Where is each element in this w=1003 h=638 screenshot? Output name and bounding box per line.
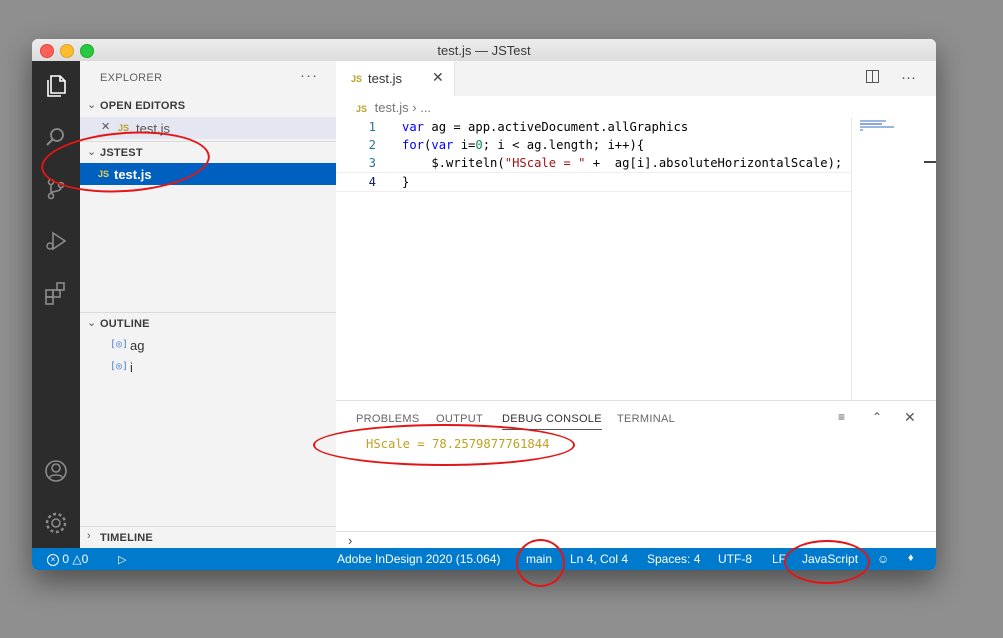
editor-tabs: JS test.js ✕ ··· <box>336 61 936 96</box>
split-editor-icon[interactable] <box>865 70 879 83</box>
close-icon[interactable]: ✕ <box>432 69 444 86</box>
tab-terminal[interactable]: TERMINAL <box>617 413 675 425</box>
outline-section[interactable]: ⌄ OUTLINE <box>80 312 336 335</box>
clear-console-icon[interactable]: ≡ <box>838 410 845 424</box>
notifications-bell-icon[interactable]: ♦ <box>908 552 914 564</box>
timeline-section[interactable]: › TIMELINE <box>80 526 336 549</box>
code-text: $.writeln("HScale = " + ag[i].absoluteHo… <box>402 156 843 170</box>
js-file-icon: JS <box>351 74 363 84</box>
explorer-header: EXPLORER <box>100 72 163 84</box>
breadcrumb-separator: › <box>412 100 417 115</box>
status-indentation[interactable]: Spaces: 4 <box>647 552 700 566</box>
code-line[interactable]: 2 for(var i=0; i < ag.length; i++){ <box>336 136 851 154</box>
breadcrumb-file[interactable]: test.js <box>375 100 409 115</box>
chevron-right-icon: › <box>87 530 91 542</box>
code-text: for(var i=0; i < ag.length; i++){ <box>402 138 645 152</box>
annotation-ellipse-branch <box>516 539 565 587</box>
js-file-icon: JS <box>356 104 368 114</box>
line-number: 2 <box>368 138 376 152</box>
chevron-down-icon: ⌄ <box>87 317 97 329</box>
code-editor[interactable]: 1 var ag = app.activeDocument.allGraphics… <box>336 118 851 192</box>
status-cursor-position[interactable]: Ln 4, Col 4 <box>570 552 628 566</box>
code-text: } <box>402 175 410 189</box>
outline-item-i[interactable]: [◎] i <box>80 356 336 378</box>
feedback-icon[interactable]: ☺ <box>877 552 889 566</box>
console-prompt: › <box>348 533 353 548</box>
run-icon[interactable]: ▷ <box>118 553 126 566</box>
extensions-icon[interactable] <box>42 279 70 307</box>
variable-icon: [◎] <box>110 339 129 350</box>
editor-actions: ··· <box>865 69 916 86</box>
code-line[interactable]: 3 $.writeln("HScale = " + ag[i].absolute… <box>336 154 851 172</box>
error-icon: × <box>47 554 59 566</box>
open-editors-section[interactable]: ⌄ OPEN EDITORS <box>80 95 336 117</box>
explorer-icon[interactable] <box>42 71 70 99</box>
vscode-window: test.js — JSTest EXPLORER ··· ⌄ OPEN EDI… <box>32 39 936 570</box>
run-debug-icon[interactable] <box>42 227 70 255</box>
tab-test-js[interactable]: JS test.js ✕ <box>336 61 455 96</box>
minimap[interactable] <box>851 118 922 400</box>
line-number: 3 <box>368 156 376 170</box>
window-title: test.js — JSTest <box>437 43 531 58</box>
line-number: 1 <box>368 120 376 134</box>
more-actions-icon[interactable]: ··· <box>901 69 916 86</box>
annotation-ellipse-output <box>313 424 575 466</box>
more-actions-icon[interactable]: ··· <box>300 67 318 84</box>
code-text: var ag = app.activeDocument.allGraphics <box>402 120 689 134</box>
status-encoding[interactable]: UTF-8 <box>718 552 752 566</box>
editor-area: JS test.js ✕ ··· JS test.js › ... 1 var a… <box>336 61 936 549</box>
warning-icon: △ <box>72 552 82 566</box>
bottom-panel: PROBLEMS OUTPUT DEBUG CONSOLE TERMINAL ≡… <box>336 400 936 549</box>
problems-status[interactable]: × 0 △0 <box>47 552 88 567</box>
code-line[interactable]: 4} <box>336 172 851 192</box>
chevron-up-icon[interactable]: ⌃ <box>872 410 882 424</box>
title-bar: test.js — JSTest <box>32 39 936 62</box>
close-icon[interactable]: ✕ <box>101 120 110 133</box>
tab-label: test.js <box>368 71 402 86</box>
account-icon[interactable] <box>42 457 70 485</box>
status-host-app[interactable]: Adobe InDesign 2020 (15.064) <box>337 552 500 566</box>
scrollbar-thumb[interactable] <box>924 161 936 163</box>
outline-item-ag[interactable]: [◎] ag <box>80 334 336 356</box>
activity-bar <box>32 61 80 548</box>
chevron-down-icon: ⌄ <box>87 99 97 111</box>
breadcrumb: JS test.js › ... <box>356 100 431 115</box>
close-panel-icon[interactable]: ✕ <box>904 409 916 426</box>
tab-problems[interactable]: PROBLEMS <box>356 413 420 425</box>
variable-icon: [◎] <box>110 361 129 372</box>
annotation-ellipse-language <box>784 540 870 584</box>
line-number: 4 <box>368 175 376 189</box>
settings-gear-icon[interactable] <box>42 509 70 537</box>
breadcrumb-more[interactable]: ... <box>420 100 431 115</box>
code-line[interactable]: 1 var ag = app.activeDocument.allGraphics <box>336 118 851 136</box>
